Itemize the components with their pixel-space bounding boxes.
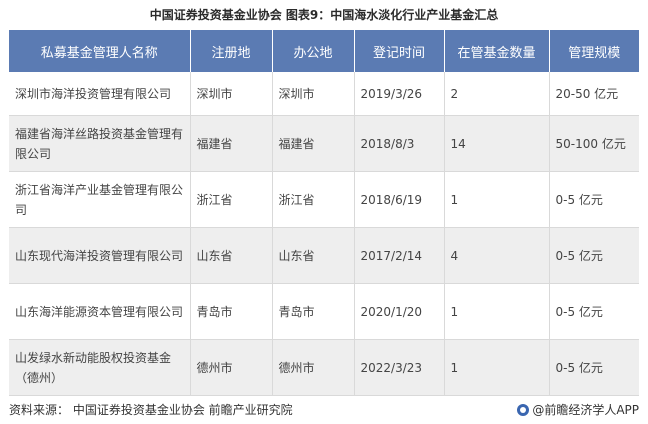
column-header: 登记时间 bbox=[354, 30, 445, 72]
registration-place-cell: 福建省 bbox=[190, 115, 273, 172]
registration-place-cell: 山东省 bbox=[190, 227, 273, 284]
table-row: 深圳市海洋投资管理有限公司 深圳市 深圳市 2019/3/26 2 20-50 … bbox=[9, 72, 639, 116]
qianzhan-logo-icon bbox=[517, 404, 530, 416]
fund-count-cell: 4 bbox=[444, 227, 550, 284]
table-header-row: 私募基金管理人名称 注册地 办公地 登记时间 在管基金数量 管理规模 bbox=[9, 30, 639, 72]
office-place-cell: 德州市 bbox=[272, 339, 355, 396]
brand-credit: @前瞻经济学人APP bbox=[517, 402, 639, 418]
scale-cell: 0-5 亿元 bbox=[549, 227, 639, 284]
table-row: 山发绿水新动能股权投资基金（德州） 德州市 德州市 2022/3/23 1 0-… bbox=[9, 339, 639, 396]
manager-name-cell: 山发绿水新动能股权投资基金（德州） bbox=[9, 339, 191, 396]
column-header: 管理规模 bbox=[549, 30, 639, 72]
registration-place-cell: 青岛市 bbox=[190, 283, 273, 340]
column-header: 注册地 bbox=[190, 30, 273, 72]
column-header: 办公地 bbox=[272, 30, 355, 72]
scale-cell: 0-5 亿元 bbox=[549, 283, 639, 340]
fund-table: 私募基金管理人名称 注册地 办公地 登记时间 在管基金数量 管理规模 深圳市海洋… bbox=[9, 30, 639, 396]
registration-date-cell: 2017/2/14 bbox=[354, 227, 445, 284]
manager-name-cell: 山东现代海洋投资管理有限公司 bbox=[9, 227, 191, 284]
table-row: 福建省海洋丝路投资基金管理有限公司 福建省 福建省 2018/8/3 14 50… bbox=[9, 115, 639, 172]
registration-date-cell: 2018/8/3 bbox=[354, 115, 445, 172]
registration-date-cell: 2022/3/23 bbox=[354, 339, 445, 396]
scale-cell: 50-100 亿元 bbox=[549, 115, 639, 172]
column-header: 私募基金管理人名称 bbox=[9, 30, 191, 72]
fund-count-cell: 1 bbox=[444, 339, 550, 396]
brand-label: @前瞻经济学人APP bbox=[532, 403, 639, 417]
fund-count-cell: 14 bbox=[444, 115, 550, 172]
column-header: 在管基金数量 bbox=[444, 30, 550, 72]
scale-cell: 0-5 亿元 bbox=[549, 339, 639, 396]
office-place-cell: 福建省 bbox=[272, 115, 355, 172]
office-place-cell: 深圳市 bbox=[272, 72, 355, 116]
manager-name-cell: 浙江省海洋产业基金管理有限公司 bbox=[9, 171, 191, 228]
registration-place-cell: 德州市 bbox=[190, 339, 273, 396]
fund-count-cell: 2 bbox=[444, 72, 550, 116]
office-place-cell: 青岛市 bbox=[272, 283, 355, 340]
manager-name-cell: 深圳市海洋投资管理有限公司 bbox=[9, 72, 191, 116]
table-row: 浙江省海洋产业基金管理有限公司 浙江省 浙江省 2018/6/19 1 0-5 … bbox=[9, 171, 639, 228]
scale-cell: 0-5 亿元 bbox=[549, 171, 639, 228]
fund-count-cell: 1 bbox=[444, 283, 550, 340]
office-place-cell: 浙江省 bbox=[272, 171, 355, 228]
table-row: 山东海洋能源资本管理有限公司 青岛市 青岛市 2020/1/20 1 0-5 亿… bbox=[9, 283, 639, 340]
page-title: 中国证券投资基金业协会 图表9：中国海水淡化行业产业基金汇总 bbox=[149, 8, 499, 22]
office-place-cell: 山东省 bbox=[272, 227, 355, 284]
registration-place-cell: 浙江省 bbox=[190, 171, 273, 228]
registration-date-cell: 2018/6/19 bbox=[354, 171, 445, 228]
registration-place-cell: 深圳市 bbox=[190, 72, 273, 116]
manager-name-cell: 福建省海洋丝路投资基金管理有限公司 bbox=[9, 115, 191, 172]
source-note: 资料来源： 中国证券投资基金业协会 前瞻产业研究院 bbox=[9, 403, 293, 417]
fund-count-cell: 1 bbox=[444, 171, 550, 228]
scale-cell: 20-50 亿元 bbox=[549, 72, 639, 116]
manager-name-cell: 山东海洋能源资本管理有限公司 bbox=[9, 283, 191, 340]
registration-date-cell: 2019/3/26 bbox=[354, 72, 445, 116]
table-row: 山东现代海洋投资管理有限公司 山东省 山东省 2017/2/14 4 0-5 亿… bbox=[9, 227, 639, 284]
registration-date-cell: 2020/1/20 bbox=[354, 283, 445, 340]
